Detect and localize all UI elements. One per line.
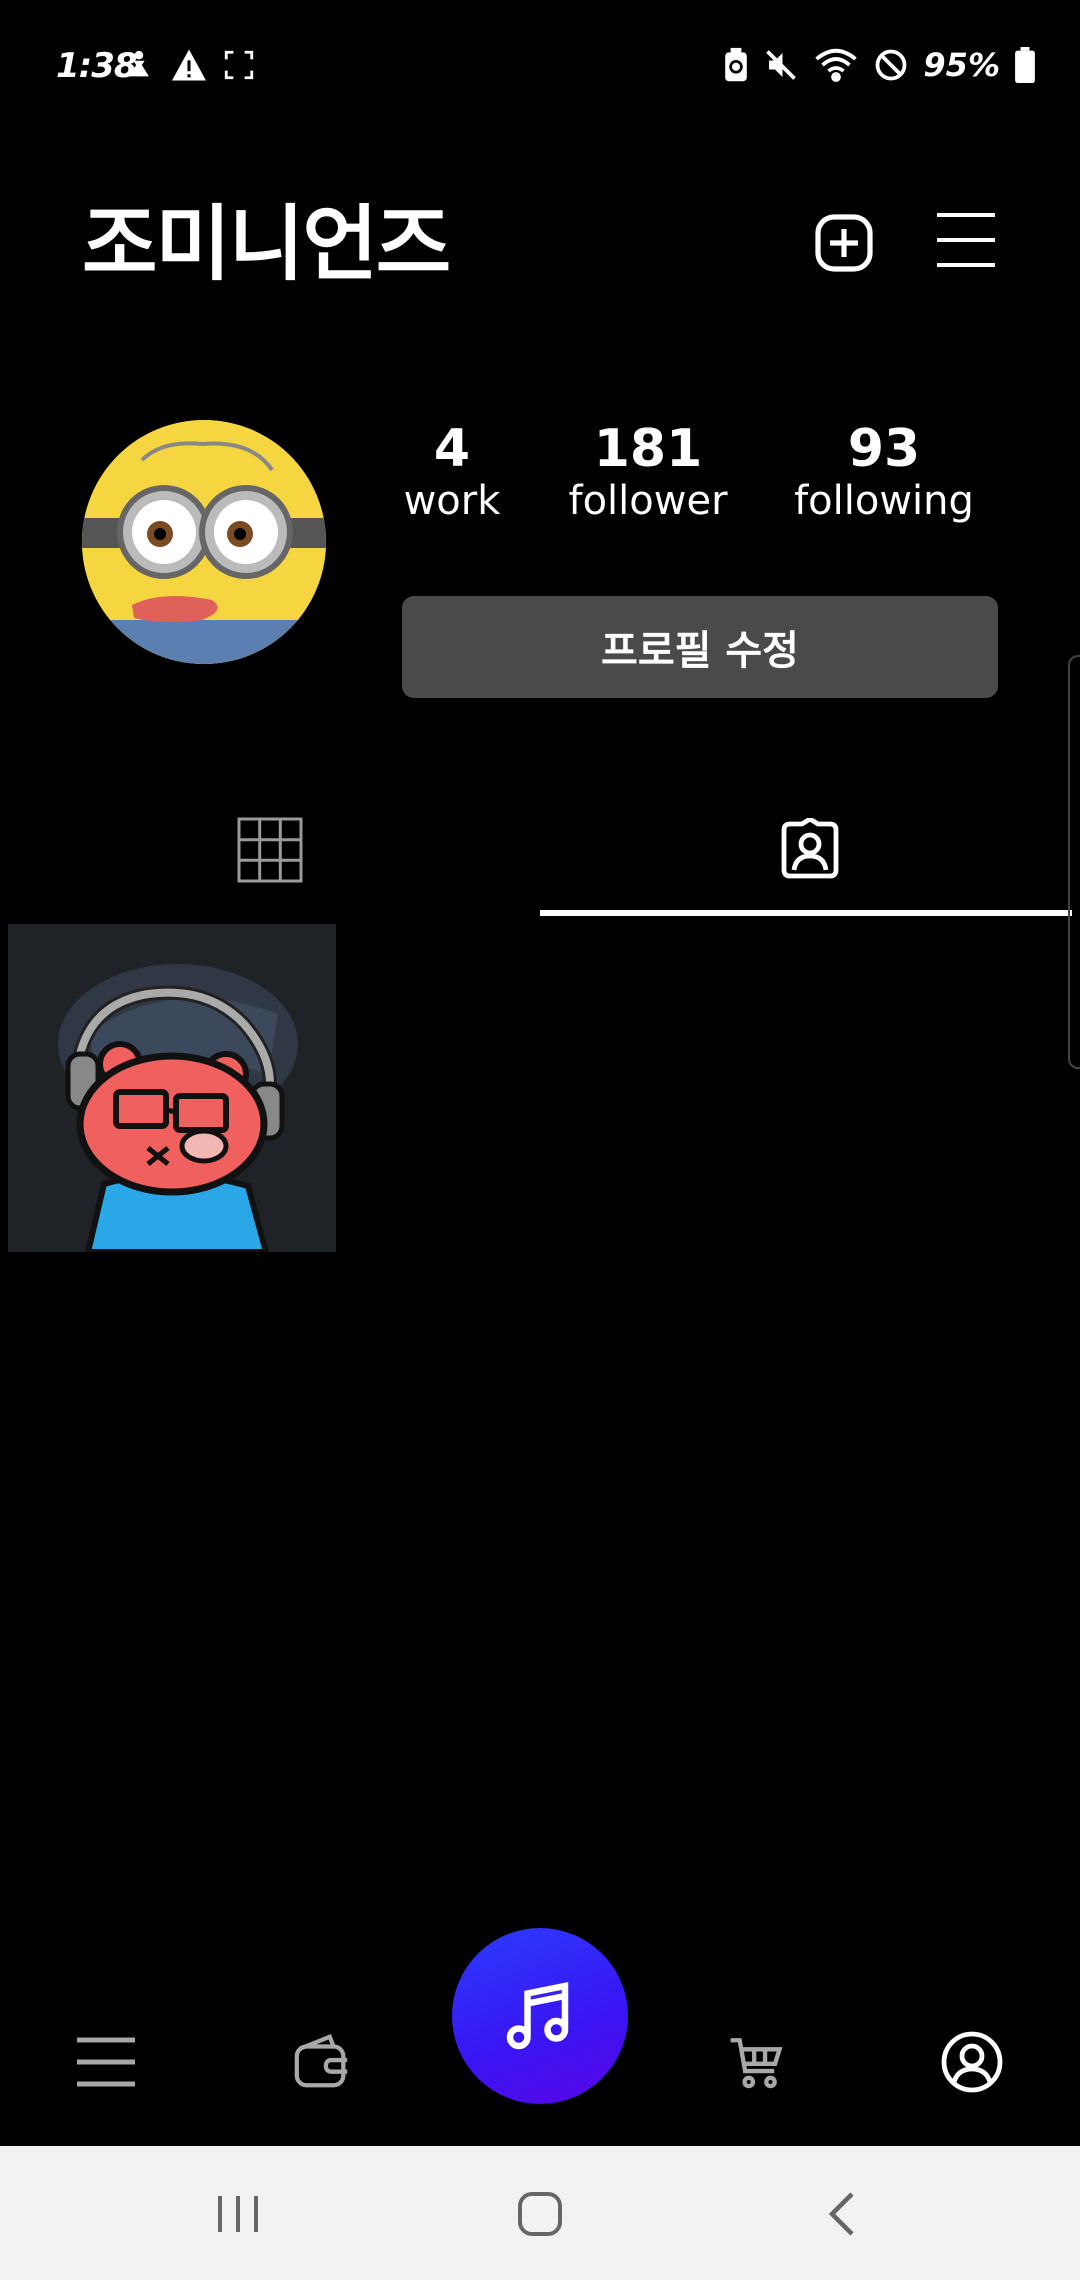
battery-icon [1015,47,1035,83]
stat-follower-label: follower [568,478,728,524]
tab-posts-grid[interactable] [0,780,540,920]
home-icon [518,2192,562,2236]
selected-tab-indicator [540,910,1072,916]
plus-square-icon [815,214,873,272]
do-not-disturb-icon [876,49,907,81]
wifi-icon [815,48,858,82]
nav-profile[interactable] [922,2012,1022,2112]
back-icon [828,2192,854,2236]
tagged-user-icon [781,818,839,879]
nav-cart[interactable] [706,2012,806,2112]
wallet-icon [294,2034,348,2088]
warning-icon [172,49,206,81]
scroll-handle[interactable] [1068,655,1080,1069]
battery-percent: 95% [923,46,1000,84]
stat-following-count: 93 [847,419,921,479]
grid-item-post[interactable] [8,924,336,1252]
music-note-icon [506,1982,569,2050]
home-button[interactable] [480,2166,600,2262]
profile-circle-icon [941,2031,1003,2093]
stat-following-label: following [794,478,974,524]
profile-username-title: 조미니언즈 [82,197,451,292]
recent-apps-button[interactable] [178,2166,298,2262]
stat-work-count: 4 [433,419,471,479]
stat-follower[interactable]: 181 follower [560,420,736,524]
stat-work[interactable]: 4 work [392,420,512,524]
menu-icon [77,2037,135,2087]
edit-profile-button[interactable]: 프로필 수정 [402,596,998,698]
nav-menu[interactable] [56,2012,156,2112]
tab-tagged[interactable] [540,780,1080,920]
add-post-button[interactable] [808,207,880,279]
mute-icon [766,50,797,80]
music-fab-button[interactable] [452,1928,628,2104]
grid-icon [237,817,303,883]
stat-follower-count: 181 [593,419,703,479]
accessibility-icon [129,50,149,77]
cart-icon [730,2038,783,2089]
recent-apps-icon [218,2196,258,2232]
battery-saver-icon [725,47,748,82]
profile-avatar[interactable] [82,420,326,664]
nav-wallet[interactable] [272,2012,372,2112]
stat-following[interactable]: 93 following [784,420,984,524]
status-bar: 1:38 95% [0,0,1080,130]
menu-button[interactable] [930,200,1002,280]
stat-work-label: work [403,478,501,524]
bear-headphones-thumbnail [8,924,336,1252]
minion-avatar-image [82,420,326,664]
back-button[interactable] [782,2166,902,2262]
status-left-icons [122,48,256,82]
hamburger-icon [937,213,995,267]
status-right-icons: 95% [723,46,1036,84]
screenshot-frame-icon [224,50,254,80]
